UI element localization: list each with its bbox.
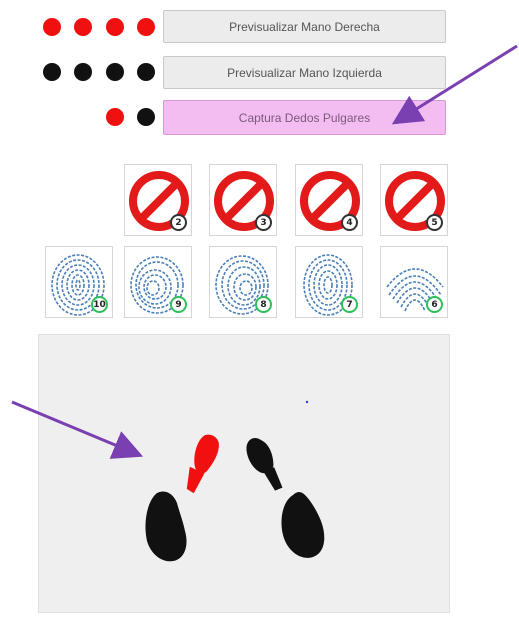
finger-number-badge: 5 — [426, 214, 443, 231]
status-dot — [43, 63, 61, 81]
status-dot — [137, 18, 155, 36]
finger-number-badge: 6 — [426, 296, 443, 313]
finger-number-badge: 7 — [341, 296, 358, 313]
preview-right-hand-button[interactable]: Previsualizar Mano Derecha — [163, 10, 446, 43]
finger-tile-captured[interactable]: 6 — [380, 246, 448, 318]
status-dot — [74, 18, 92, 36]
finger-number-badge: 3 — [255, 214, 272, 231]
right-thumb-silhouette — [246, 438, 283, 491]
thumbs-preview-canvas — [38, 334, 450, 613]
status-dot — [106, 108, 124, 126]
finger-tile-captured[interactable]: 8 — [209, 246, 277, 318]
finger-number-badge: 9 — [170, 296, 187, 313]
status-dot — [137, 63, 155, 81]
status-dot — [106, 18, 124, 36]
finger-tile-captured[interactable]: 7 — [295, 246, 363, 318]
finger-tile-captured[interactable]: 9 — [124, 246, 192, 318]
finger-tile-captured[interactable]: 10 — [45, 246, 113, 318]
marker-dot — [305, 400, 309, 404]
left-thumb-silhouette — [186, 434, 219, 494]
status-dot — [106, 63, 124, 81]
status-dot — [74, 63, 92, 81]
finger-tile-disabled[interactable]: 4 — [295, 164, 363, 236]
hand-silhouettes — [145, 400, 325, 562]
finger-number-badge: 2 — [170, 214, 187, 231]
status-dot — [137, 108, 155, 126]
finger-number-badge: 4 — [341, 214, 358, 231]
preview-left-hand-button[interactable]: Previsualizar Mano Izquierda — [163, 56, 446, 89]
finger-tile-disabled[interactable]: 5 — [380, 164, 448, 236]
capture-thumbs-button[interactable]: Captura Dedos Pulgares — [163, 100, 446, 135]
finger-tile-disabled[interactable]: 2 — [124, 164, 192, 236]
status-dot — [43, 18, 61, 36]
finger-tile-disabled[interactable]: 3 — [209, 164, 277, 236]
left-palm-silhouette — [145, 491, 187, 562]
right-palm-silhouette — [281, 492, 325, 558]
finger-number-badge: 10 — [91, 296, 108, 313]
finger-number-badge: 8 — [255, 296, 272, 313]
